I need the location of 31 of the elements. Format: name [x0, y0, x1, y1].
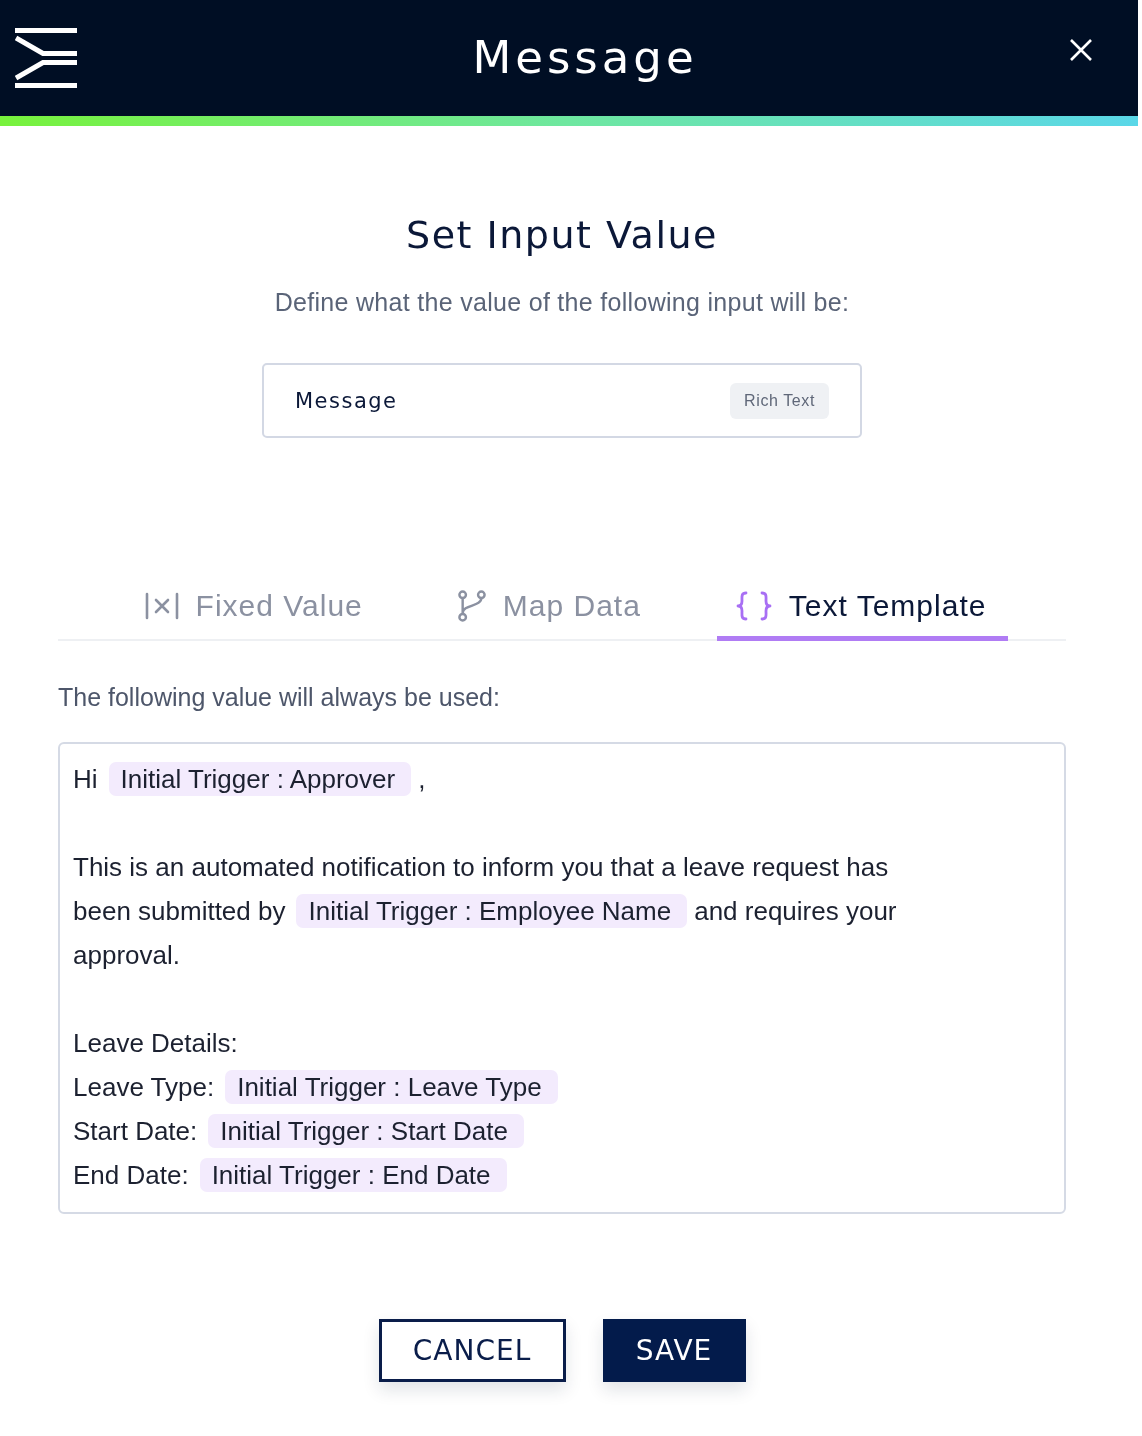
template-text: Leave Details:	[73, 1027, 238, 1059]
template-text: approval.	[73, 939, 180, 971]
dialog-heading: Set Input Value	[406, 212, 718, 259]
variable-chip: Initial Trigger : Employee Name	[296, 894, 688, 928]
branch-icon	[457, 589, 486, 622]
logo-icon	[15, 28, 77, 88]
template-editor[interactable]	[58, 742, 1066, 1214]
close-icon	[1069, 38, 1093, 62]
type-badge: Rich Text	[730, 382, 829, 419]
save-button[interactable]: SAVE	[602, 1319, 746, 1382]
close-button[interactable]	[1069, 38, 1093, 62]
template-text: ,	[418, 763, 426, 795]
variable-chip: Initial Trigger : Leave Type	[225, 1070, 558, 1104]
tab[interactable]: Text Template	[716, 575, 1009, 641]
template-text: Hi	[73, 763, 98, 795]
braces-icon	[735, 590, 772, 621]
x-between-bars-icon	[144, 591, 179, 620]
value-description: The following value will always be used:	[58, 682, 501, 713]
dialog-subtitle: Define what the value of the following input will be:	[274, 287, 850, 318]
template-text: Leave Type:	[73, 1071, 215, 1103]
input-name: Message	[295, 388, 398, 413]
template-text: Start Date:	[73, 1115, 198, 1147]
cancel-button[interactable]: CANCEL	[378, 1319, 566, 1382]
window-title: Message	[472, 30, 698, 86]
variable-chip: Initial Trigger : Approver	[108, 762, 412, 796]
template-text: and requires your	[694, 895, 897, 927]
template-text: End Date:	[73, 1159, 189, 1191]
template-text: This is an automated notification to inform you that a leave request has	[73, 851, 889, 883]
variable-chip: Initial Trigger : End Date	[199, 1158, 507, 1192]
variable-chip: Initial Trigger : Start Date	[208, 1114, 524, 1148]
template-text: been submitted by	[73, 895, 286, 927]
